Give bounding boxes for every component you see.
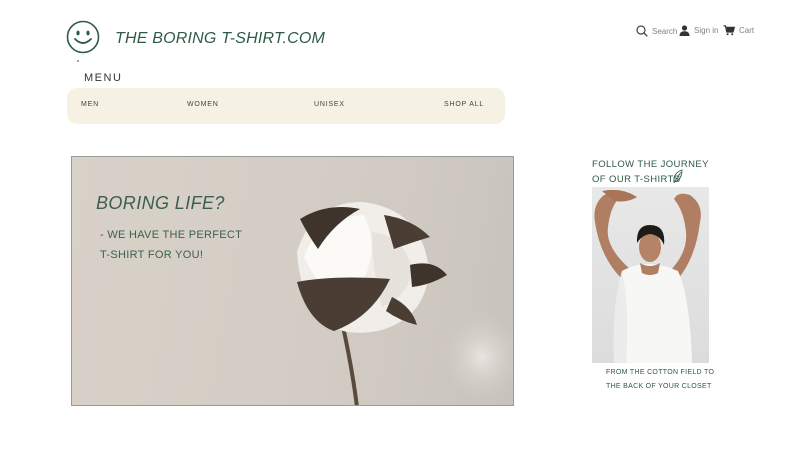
sign-in-label: Sign in	[694, 26, 719, 35]
menu-label[interactable]: MENU	[84, 72, 122, 84]
sign-in-link[interactable]: Sign in	[679, 25, 718, 36]
hero-banner[interactable]: BORING LIFE? - WE HAVE THE PERFECT T-SHI…	[71, 156, 514, 406]
cart-label: Cart	[739, 26, 755, 35]
cart-link[interactable]: Cart	[723, 25, 754, 36]
brand-title[interactable]: THE BORING T-SHIRT.COM	[115, 30, 325, 48]
cart-icon	[723, 25, 735, 36]
journey-caption: FROM THE COTTON FIELD TO THE BACK OF YOU…	[606, 369, 715, 390]
hero-subtitle: - WE HAVE THE PERFECT T-SHIRT FOR YOU!	[100, 229, 242, 261]
journey-title[interactable]: FOLLOW THE JOURNEY OF OUR T-SHIRTS	[592, 157, 712, 187]
nav-item-shop-all[interactable]: SHOP ALL	[444, 101, 484, 108]
nav-item-men[interactable]: MEN	[81, 101, 99, 108]
search-label: Search	[652, 26, 678, 36]
leaf-icon	[673, 169, 683, 184]
nav-item-women[interactable]: WOMEN	[187, 101, 219, 108]
model-in-white-tshirt-icon	[594, 189, 701, 363]
decorative-dot	[77, 60, 79, 62]
model-image[interactable]	[592, 187, 709, 363]
smiley-logo-icon[interactable]	[66, 20, 100, 54]
hero-title: BORING LIFE?	[96, 193, 225, 213]
search-icon	[636, 25, 648, 37]
nav-item-unisex[interactable]: UNISEX	[314, 101, 345, 108]
search-link[interactable]: Search	[636, 25, 677, 37]
main-nav: MEN WOMEN UNISEX SHOP ALL	[67, 88, 505, 124]
user-icon	[679, 25, 690, 36]
